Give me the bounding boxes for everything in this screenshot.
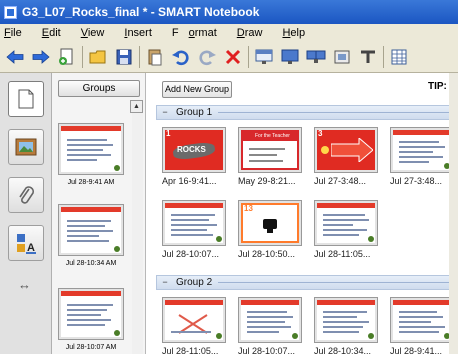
paste-icon[interactable] [144,46,166,68]
page-thumbnail[interactable]: 12 Jul 28-10:07... [162,200,228,259]
menu-help[interactable]: Help [282,27,315,39]
undo-icon[interactable] [170,46,192,68]
notebook-app-icon [4,5,17,19]
attachments-tab[interactable] [8,177,44,213]
attachments-icon [19,186,35,204]
full-screen-icon[interactable] [279,46,301,68]
properties-icon: A [17,234,36,254]
dual-screen-icon[interactable] [305,46,327,68]
page-number: 4 [394,304,399,313]
slide-title: For the Teacher [255,133,290,139]
page-caption: Apr 16-9:41... [162,176,217,186]
page-caption: Jul 28-11:05... [162,346,219,354]
menu-bar: File Edit View Insert Format Draw Help [0,24,458,41]
menu-file[interactable]: File [4,27,32,39]
page-thumbnail[interactable]: 2 For the Teacher May 29-8:21... [238,127,304,186]
pen-tray-icon[interactable] [357,46,379,68]
page-caption: Jul 27-3:48... [390,176,443,186]
cross-graphic [178,314,208,334]
thumbnail-number: 12 [62,295,71,304]
page-number: 2 [242,304,247,313]
page-caption: May 29-8:21... [238,176,296,186]
gallery-tab[interactable] [8,129,44,165]
back-arrow-icon[interactable] [4,46,26,68]
thumbnail-caption: Jul 28-9:41 AM [67,179,115,186]
arrow-graphic [331,138,373,162]
page-number: 1 [166,130,171,138]
capture-icon[interactable] [331,46,353,68]
page-thumbnail[interactable]: 14 Jul 28-11:05... [314,200,380,259]
scroll-up-icon[interactable]: ▲ [130,100,143,113]
page-thumbnail[interactable]: 2 Jul 28-10:07... [238,297,304,354]
thumbnail-number: 10 [62,130,71,139]
page-number: 4 [394,134,399,143]
page-thumbnail[interactable]: 1 ROCKS Apr 16-9:41... [162,127,228,186]
thumbnail-caption: Jul 28-10:07 AM [65,344,117,351]
page-number: 1 [166,304,171,313]
window-title: G3_L07_Rocks_final * - SMART Notebook [22,5,260,19]
group-header[interactable]: − Group 2 [156,275,458,290]
group-header[interactable]: − Group 1 [156,105,458,120]
add-page-icon[interactable] [56,46,78,68]
collapse-icon[interactable]: − [160,277,170,288]
page-thumbnail[interactable]: 3 Jul 28-10:34... [314,297,380,354]
groups-main-area: Add New Group TIP: Y − Group 1 1 ROCKS A… [146,73,458,354]
sorter-scrollbar[interactable] [132,113,143,354]
open-folder-icon[interactable] [87,46,109,68]
page-caption: Jul 28-11:05... [314,249,371,259]
page-caption: Jul 28-10:07... [162,249,220,259]
add-new-group-button[interactable]: Add New Group [162,81,232,98]
delete-icon[interactable] [222,46,244,68]
page-sorter-panel: Groups ▲ 10 Jul 28-9:41 AM 11 Jul 28-10:… [52,73,146,354]
page-caption: Jul 27-3:48... [314,176,367,186]
screen-shade-icon[interactable] [253,46,275,68]
menu-edit[interactable]: Edit [42,27,71,39]
page-number: 3 [318,304,323,313]
page-sorter-icon [18,89,34,109]
toolbar-separator [139,45,140,68]
page-number: 13 [244,204,253,213]
redo-icon[interactable] [196,46,218,68]
properties-tab[interactable]: A [8,225,44,261]
page-thumbnail[interactable]: 1 Jul 28-11:05... [162,297,228,354]
page-thumbnail[interactable]: 13 Jul 28-10:50... [238,200,304,259]
save-icon[interactable] [113,46,135,68]
resize-arrow-icon[interactable]: ↔ [18,277,31,292]
page-thumbnail[interactable]: 4 Jul 28-9:41... [390,297,456,354]
gallery-icon [15,138,37,156]
thumbnail-number: 11 [62,211,71,220]
toolbar-separator [82,45,83,68]
main-scrollbar[interactable] [449,73,458,354]
side-tab-strip: A ↔ [0,73,52,354]
menu-insert[interactable]: Insert [124,27,162,39]
menu-draw[interactable]: Draw [237,27,273,39]
menu-format[interactable]: Format [172,27,227,39]
sorter-thumbnail[interactable]: 12 Jul 28-10:07 AM [58,288,124,351]
camera-graphic [263,219,277,229]
sorter-thumbnail[interactable]: 10 Jul 28-9:41 AM [58,123,124,186]
table-icon[interactable] [388,46,410,68]
page-thumbnail[interactable]: 4 Jul 27-3:48... [390,127,456,186]
toolbar-separator [248,45,249,68]
thumbnail-caption: Jul 28-10:34 AM [65,260,117,267]
sorter-thumbnail[interactable]: 11 Jul 28-10:34 AM [58,204,124,267]
page-thumbnail[interactable]: 3 Jul 27-3:48... [314,127,380,186]
forward-arrow-icon[interactable] [30,46,52,68]
title-bar: G3_L07_Rocks_final * - SMART Notebook [0,0,458,24]
collapse-icon[interactable]: − [160,107,170,118]
page-caption: Jul 28-10:50... [238,249,296,259]
page-caption: Jul 28-9:41... [390,346,443,354]
page-number: 3 [318,130,323,138]
page-caption: Jul 28-10:34... [314,346,372,354]
toolbar-separator [383,45,384,68]
groups-button[interactable]: Groups [58,80,140,97]
slide-title: ROCKS [177,145,206,154]
menu-view[interactable]: View [81,27,115,39]
page-caption: Jul 28-10:07... [238,346,296,354]
group-title: Group 1 [176,107,213,118]
group-title: Group 2 [176,277,213,288]
page-sorter-tab[interactable] [8,81,44,117]
toolbar [0,41,458,73]
